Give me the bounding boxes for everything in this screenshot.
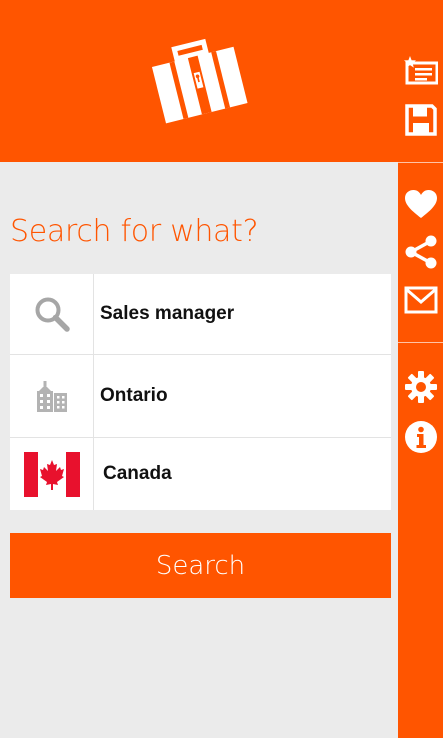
app-header [0,0,398,162]
keyword-value: Sales manager [100,303,235,324]
sidebar-divider [398,162,443,163]
suitcase-icon [152,38,248,124]
sidebar-divider [398,342,443,343]
location-value: Ontario [100,385,168,406]
search-button[interactable]: Search [10,533,391,598]
city-icon [36,381,67,412]
mail-icon[interactable] [403,282,439,318]
country-value: Canada [103,463,172,484]
country-field[interactable]: Canada [10,438,391,510]
info-icon[interactable] [403,419,439,455]
saved-searches-icon[interactable] [403,52,439,88]
heart-icon[interactable] [403,186,439,222]
page-title: Search for what? [10,214,259,249]
save-icon[interactable] [403,102,439,138]
canada-flag-icon [23,451,80,497]
gear-icon[interactable] [403,369,439,405]
share-icon[interactable] [403,234,439,270]
keyword-field[interactable]: Sales manager [10,274,391,354]
search-icon [35,297,70,332]
location-field[interactable]: Ontario [10,355,391,437]
search-fields: Sales manager Ontario Canada [10,274,391,510]
